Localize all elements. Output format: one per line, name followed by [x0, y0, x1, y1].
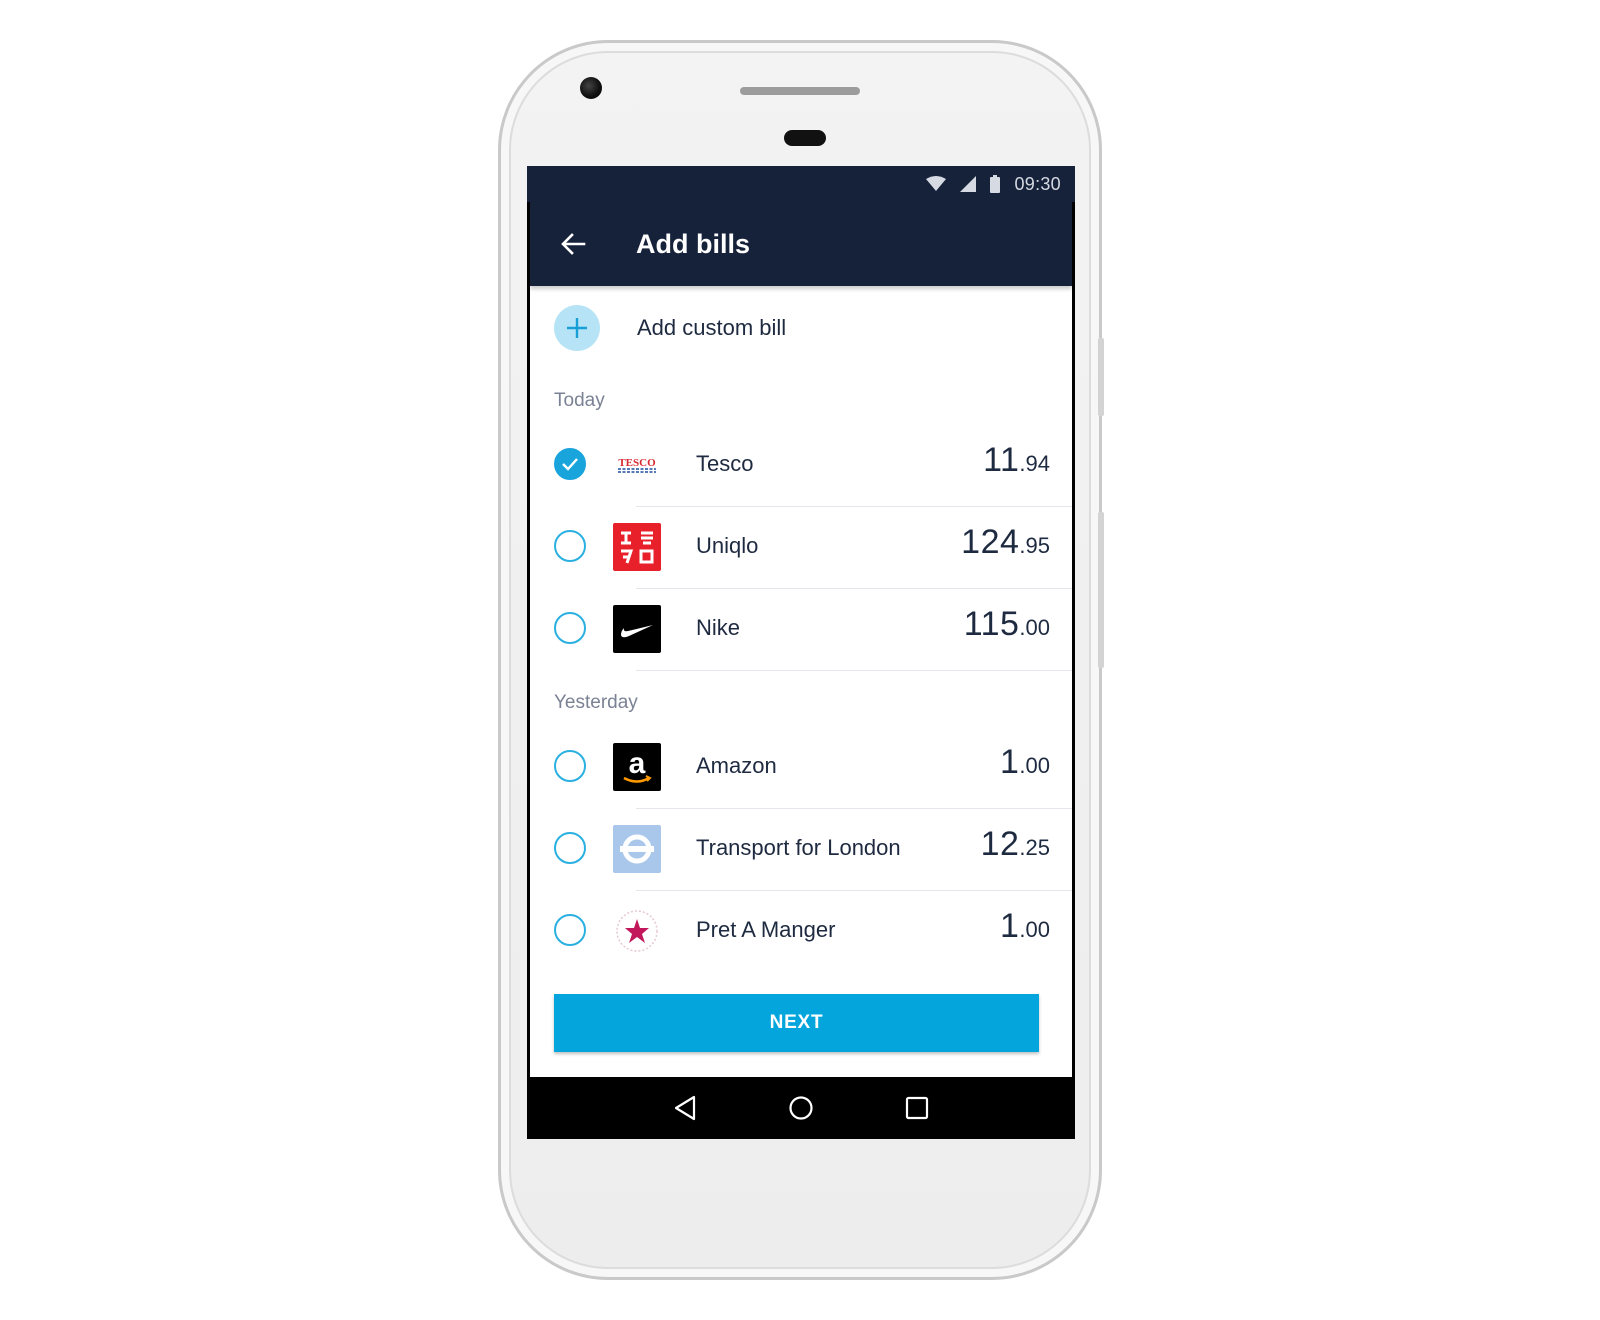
- arrow-left-icon: [561, 233, 586, 255]
- nike-logo: [613, 605, 661, 653]
- bill-name: Amazon: [696, 753, 777, 778]
- add-custom-bill-label: Add custom bill: [637, 315, 787, 340]
- page-title: Add bills: [636, 228, 750, 259]
- nav-home-button[interactable]: [776, 1083, 826, 1133]
- bill-amount: 124.95: [961, 523, 1050, 561]
- bill-checkbox[interactable]: [554, 914, 586, 946]
- bill-name: Uniqlo: [696, 533, 759, 558]
- tesco-logo: TESCO: [613, 441, 661, 489]
- add-custom-bill-button[interactable]: Add custom bill: [530, 286, 1072, 370]
- section-header-today: Today: [554, 390, 605, 411]
- bill-row-nike[interactable]: Nike 115.00: [530, 589, 1072, 671]
- bill-amount: 11.94: [983, 441, 1050, 479]
- section-header-yesterday: Yesterday: [554, 692, 638, 713]
- plus-icon: [554, 305, 600, 351]
- bill-row-tfl[interactable]: Transport for London 12.25: [530, 809, 1072, 891]
- earpiece-speaker: [740, 87, 860, 95]
- nav-back-button[interactable]: [660, 1083, 710, 1133]
- bill-checkbox-checked[interactable]: [554, 448, 586, 480]
- signal-icon: [960, 176, 977, 192]
- bill-name: Nike: [696, 615, 741, 640]
- footer-action-area: NEXT: [530, 971, 1072, 1077]
- proximity-sensor: [784, 130, 826, 146]
- bill-row-amazon[interactable]: a Amazon 1.00: [530, 727, 1072, 809]
- tesco-logo-text: TESCO: [618, 457, 656, 469]
- bill-name: Tesco: [696, 451, 754, 476]
- front-camera: [580, 77, 602, 99]
- bill-amount: 1.00: [999, 743, 1050, 781]
- android-nav-bar: [527, 1077, 1075, 1139]
- bill-row-tesco[interactable]: TESCO Tesco 11.94: [530, 425, 1072, 507]
- wifi-icon: [926, 176, 947, 191]
- back-button[interactable]: [550, 221, 596, 267]
- bill-checkbox[interactable]: [554, 750, 586, 782]
- row-divider: [636, 670, 1072, 671]
- bill-checkbox[interactable]: [554, 530, 586, 562]
- phone-screen: 09:30 Add bills Add custom bill Today TE…: [527, 166, 1075, 1139]
- triangle-back-icon: [674, 1095, 696, 1121]
- bill-amount: 12.25: [980, 825, 1050, 863]
- volume-button: [1098, 338, 1104, 416]
- power-button: [1098, 512, 1104, 668]
- battery-icon: [990, 175, 1001, 193]
- nav-recents-button[interactable]: [892, 1083, 942, 1133]
- uniqlo-logo: [613, 523, 661, 571]
- bill-name: Pret A Manger: [696, 917, 836, 942]
- amazon-logo-text: a: [629, 747, 646, 780]
- amazon-logo: a: [613, 743, 661, 791]
- circle-home-icon: [789, 1096, 813, 1120]
- bill-checkbox[interactable]: [554, 832, 586, 864]
- bill-list: Add custom bill Today TESCO Tesco 11.94: [530, 286, 1072, 971]
- status-time: 09:30: [1014, 173, 1061, 194]
- bill-amount: 115.00: [963, 605, 1050, 643]
- next-button[interactable]: NEXT: [554, 994, 1039, 1052]
- bill-row-uniqlo[interactable]: Uniqlo 124.95: [530, 507, 1072, 589]
- bill-amount: 1.00: [999, 907, 1050, 945]
- square-recents-icon: [905, 1096, 929, 1120]
- checkmark-icon: [562, 458, 578, 471]
- status-bar: 09:30: [527, 166, 1075, 202]
- bill-checkbox[interactable]: [554, 612, 586, 644]
- tfl-logo: [613, 825, 661, 873]
- bill-name: Transport for London: [696, 835, 901, 860]
- pret-logo: [613, 907, 661, 955]
- app-bar: Add bills: [530, 202, 1072, 286]
- bill-row-pret[interactable]: Pret A Manger 1.00: [530, 891, 1072, 971]
